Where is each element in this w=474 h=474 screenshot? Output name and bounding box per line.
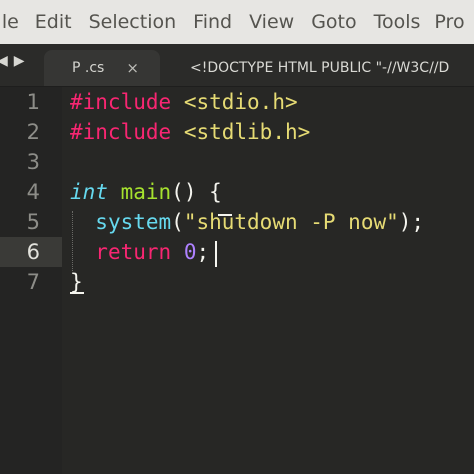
tab-scroll-right-icon[interactable]: ▶ (14, 53, 25, 69)
indent-guide (72, 211, 74, 271)
code-token: ); (398, 210, 425, 234)
bracket-match-underline (70, 292, 84, 294)
code-token: system (95, 210, 172, 234)
line-number: 5 (26, 210, 40, 234)
code-token: #include (70, 90, 172, 114)
code-token: return (95, 240, 172, 264)
line-number: 2 (26, 120, 40, 144)
tab-scroll-arrows: ◀ ▶ (0, 53, 25, 69)
code-token: "shutdown -P now" (183, 210, 399, 234)
code-line: return 0; (70, 237, 209, 267)
code-token: <stdio.h> (183, 90, 298, 114)
menu-selection[interactable]: Selection (89, 11, 177, 33)
menu-edit[interactable]: Edit (35, 11, 72, 33)
tab-bar: ◀ ▶ P .cs × <!DOCTYPE HTML PUBLIC "-//W3… (0, 44, 474, 87)
code-token: () { (171, 180, 222, 204)
code-token: 0 (183, 240, 197, 264)
menu-goto[interactable]: Goto (311, 11, 356, 33)
code-line: #include <stdlib.h> (70, 117, 310, 147)
code-token: <stdlib.h> (183, 120, 311, 144)
menu-file[interactable]: File (0, 11, 19, 33)
code-token: } (70, 270, 83, 294)
menu-tools[interactable]: Tools (374, 11, 421, 33)
menu-view[interactable]: View (249, 11, 294, 33)
close-icon[interactable]: × (126, 59, 139, 77)
bracket-match-underline (218, 214, 232, 216)
line-number: 4 (26, 180, 40, 204)
code-line: #include <stdio.h> (70, 87, 298, 117)
code-token: ( (171, 210, 184, 234)
tab-doctype-html[interactable]: <!DOCTYPE HTML PUBLIC "-//W3C//D (190, 50, 449, 86)
menu-find[interactable]: Find (193, 11, 232, 33)
line-number: 1 (26, 90, 40, 114)
text-cursor (215, 241, 217, 267)
code-line: system("shutdown -P now"); (70, 207, 424, 237)
code-line: int main() { (70, 177, 222, 207)
line-number: 6 (26, 240, 40, 264)
line-number-gutter: 1 2 3 4 5 6 7 (0, 87, 62, 474)
line-number: 7 (26, 270, 40, 294)
code-token: #include (70, 120, 172, 144)
code-token: int (70, 180, 108, 204)
tab-p-cs[interactable]: P .cs × (44, 50, 160, 86)
code-token: ; (196, 240, 210, 264)
code-editor[interactable]: #include <stdio.h> #include <stdlib.h> int… (62, 87, 474, 474)
editor-window: File Edit Selection Find View Goto Tools… (0, 0, 474, 474)
menu-project[interactable]: Pro (434, 11, 464, 33)
code-token: main (120, 180, 172, 204)
tab-label: P .cs (72, 60, 105, 76)
menu-bar: File Edit Selection Find View Goto Tools… (0, 0, 474, 44)
line-number: 3 (26, 150, 40, 174)
tab-label: <!DOCTYPE HTML PUBLIC "-//W3C//D (190, 60, 450, 76)
tab-scroll-left-icon[interactable]: ◀ (0, 53, 8, 69)
